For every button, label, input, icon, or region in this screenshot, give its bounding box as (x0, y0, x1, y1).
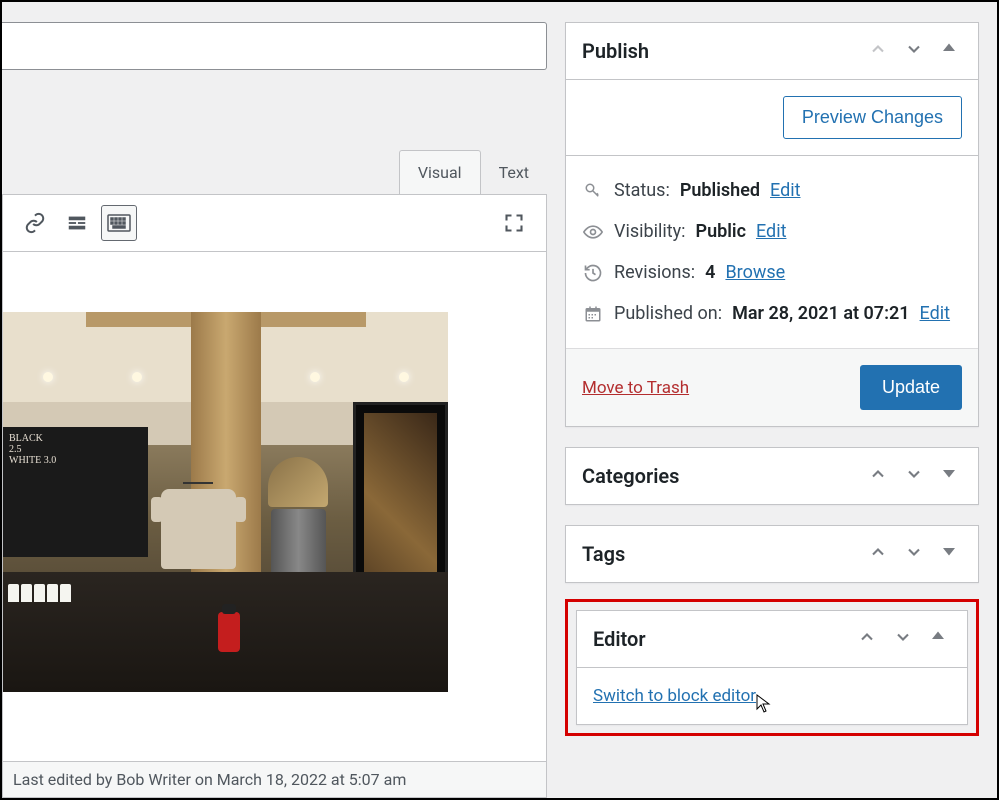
main-editor-area: Visual Text (2, 2, 547, 798)
tab-text[interactable]: Text (481, 151, 547, 194)
move-up-icon[interactable] (864, 37, 892, 65)
post-featured-image: BLACK 2.5 WHITE 3.0 (3, 312, 448, 692)
move-up-icon[interactable] (853, 625, 881, 653)
keyboard-toggle-icon[interactable] (101, 205, 137, 241)
update-button[interactable]: Update (860, 365, 962, 410)
edit-status-link[interactable]: Edit (770, 180, 800, 201)
cursor-icon (756, 694, 772, 719)
toggle-panel-icon[interactable] (936, 540, 962, 568)
publish-title: Publish (582, 39, 649, 63)
chalkboard-text: BLACK (9, 433, 142, 444)
move-down-icon[interactable] (889, 625, 917, 653)
categories-title: Categories (582, 464, 679, 488)
toggle-panel-icon[interactable] (936, 37, 962, 65)
editor-metabox: Editor Switch to block editor (576, 610, 968, 725)
move-to-trash-link[interactable]: Move to Trash (582, 378, 689, 398)
editor-panel-highlight: Editor Switch to block editor (565, 599, 979, 736)
published-on-value: Mar 28, 2021 at 07:21 (732, 303, 909, 324)
revisions-label: Revisions: (614, 262, 695, 283)
visibility-label: Visibility: (614, 221, 686, 242)
link-icon[interactable] (17, 205, 53, 241)
status-value: Published (680, 180, 760, 201)
editor-sidebar: Publish Preview Changes Status: Publishe… (547, 2, 997, 798)
tab-visual[interactable]: Visual (399, 150, 481, 194)
categories-metabox: Categories (565, 447, 979, 505)
calendar-icon (582, 305, 604, 323)
toggle-panel-icon[interactable] (936, 462, 962, 490)
move-down-icon[interactable] (900, 462, 928, 490)
revisions-icon (582, 263, 604, 283)
tags-metabox: Tags (565, 525, 979, 583)
editor-toolbar (2, 194, 547, 252)
chalkboard-text: 2.5 (9, 444, 142, 455)
toggle-panel-icon[interactable] (925, 625, 951, 653)
preview-changes-button[interactable]: Preview Changes (783, 96, 962, 139)
key-icon (582, 182, 604, 200)
editor-mode-tabs: Visual Text (2, 150, 547, 194)
eye-icon (582, 222, 604, 242)
edit-publish-date-link[interactable]: Edit (920, 303, 950, 324)
editor-content[interactable]: BLACK 2.5 WHITE 3.0 (2, 252, 547, 762)
visibility-value: Public (696, 221, 746, 242)
publish-metabox: Publish Preview Changes Status: Publishe… (565, 22, 979, 427)
tags-title: Tags (582, 542, 625, 566)
post-title-input[interactable] (2, 22, 547, 70)
chalkboard-text: WHITE 3.0 (9, 455, 142, 466)
edit-visibility-link[interactable]: Edit (756, 221, 786, 242)
browse-revisions-link[interactable]: Browse (725, 262, 785, 283)
move-up-icon[interactable] (864, 540, 892, 568)
switch-to-block-editor-link[interactable]: Switch to block editor (593, 686, 756, 706)
move-up-icon[interactable] (864, 462, 892, 490)
read-more-icon[interactable] (59, 205, 95, 241)
editor-panel-title: Editor (593, 627, 646, 651)
last-edited-footer: Last edited by Bob Writer on March 18, 2… (2, 762, 547, 798)
status-label: Status: (614, 180, 670, 201)
move-down-icon[interactable] (900, 37, 928, 65)
revisions-value: 4 (705, 262, 715, 283)
move-down-icon[interactable] (900, 540, 928, 568)
fullscreen-icon[interactable] (496, 205, 532, 241)
published-on-label: Published on: (614, 303, 722, 324)
